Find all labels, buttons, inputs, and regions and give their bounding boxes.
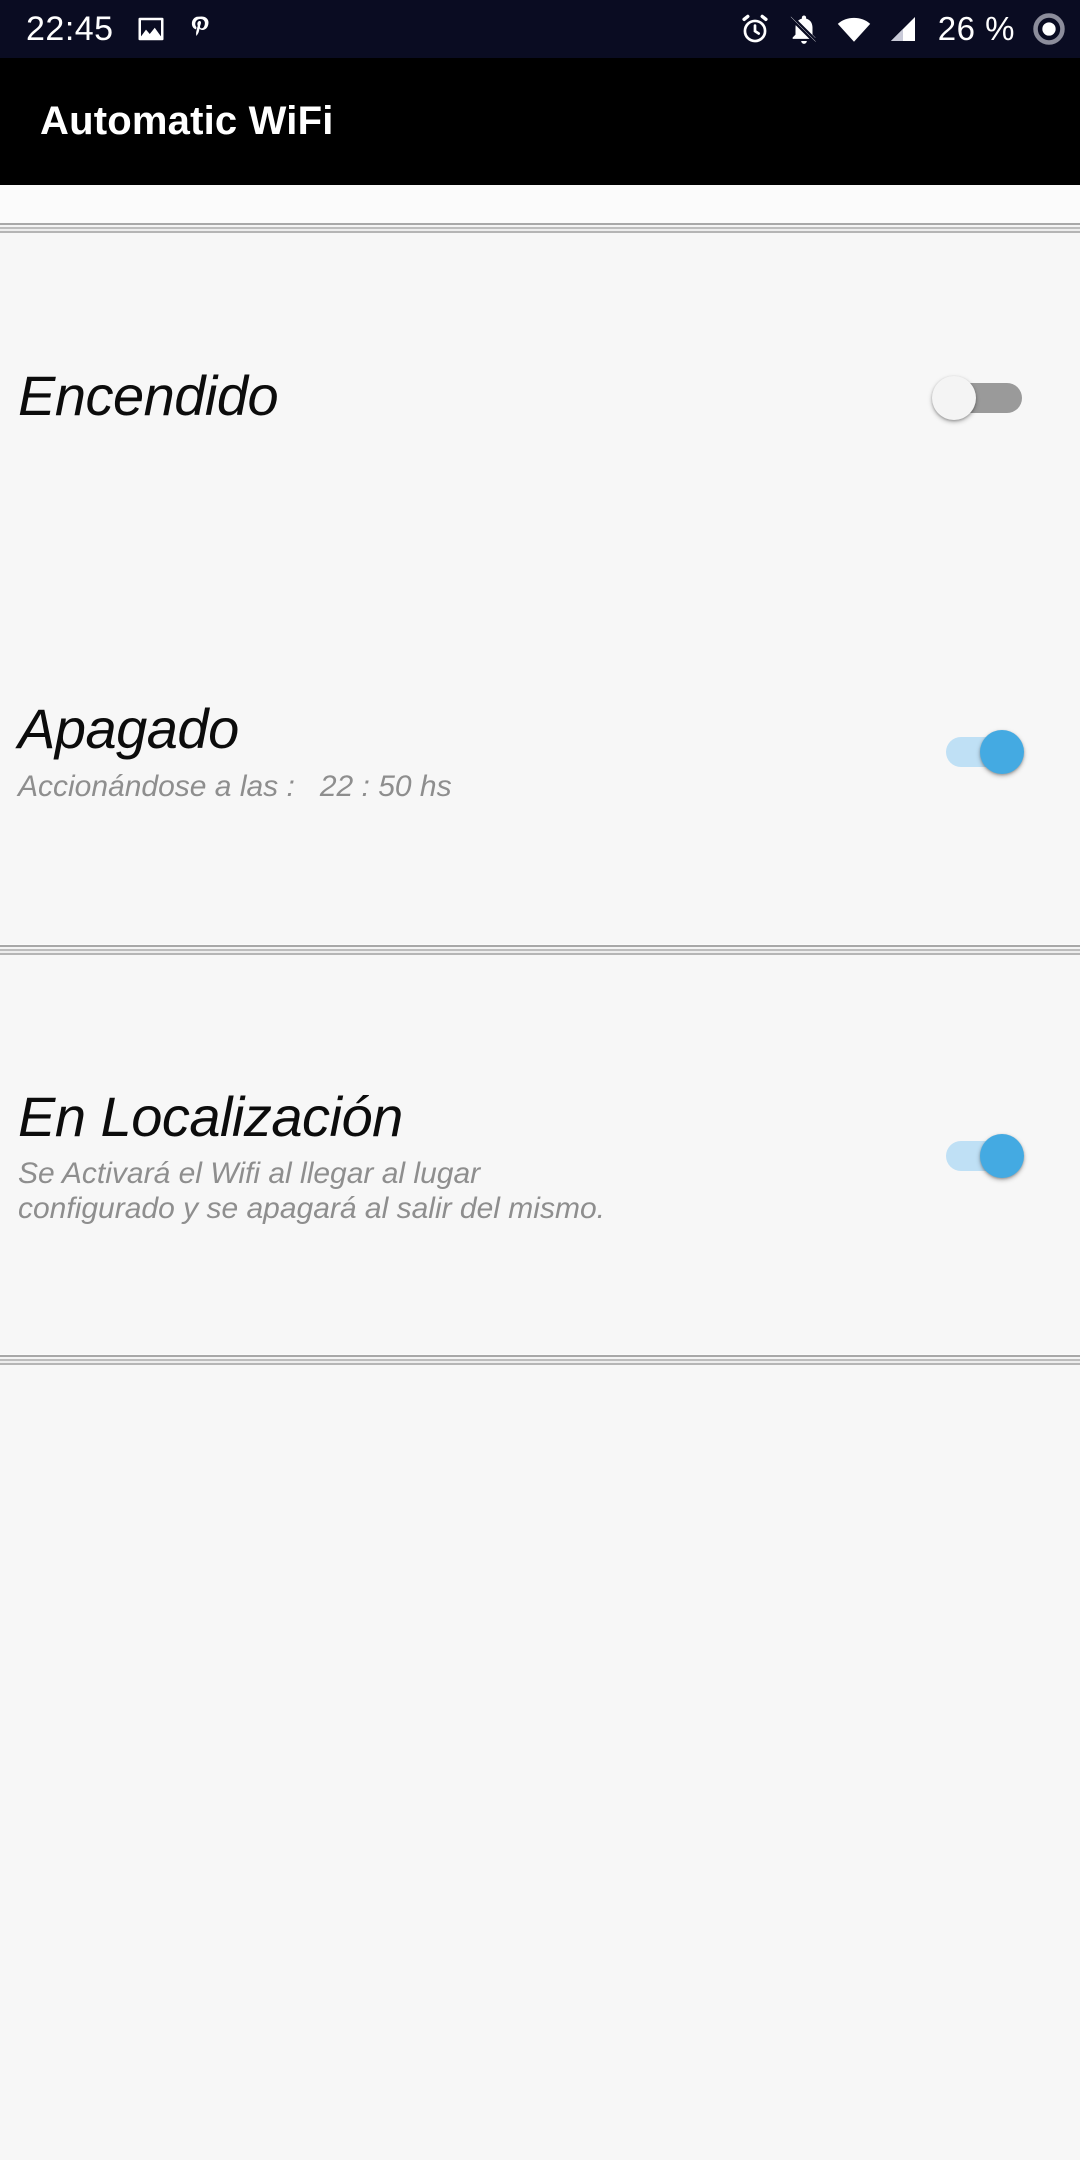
- wifi-icon: [836, 11, 872, 47]
- divider-top: [0, 222, 1080, 236]
- status-bar-system-icons: 26 %: [738, 10, 1066, 48]
- switch-encendido[interactable]: [932, 369, 1036, 427]
- page-title: Automatic WiFi: [40, 99, 334, 143]
- divider-bottom: [0, 1354, 1080, 1368]
- preference-title-encendido: Encendido: [18, 364, 279, 428]
- switch-localizacion[interactable]: [932, 1127, 1036, 1185]
- schedule-section: Encendido Apagado Accionándose a las : 2…: [0, 236, 1080, 944]
- preference-title-localizacion: En Localización: [18, 1084, 403, 1148]
- status-bar-notification-icons: [136, 14, 216, 44]
- preference-summary-apagado: Accionándose a las : 22 : 50 hs: [18, 770, 452, 804]
- battery-percentage-label: 26 %: [937, 10, 1015, 47]
- cell-signal-icon: [887, 13, 919, 45]
- switch-apagado[interactable]: [932, 723, 1036, 781]
- status-bar-clock: 22:45: [26, 10, 114, 48]
- switch-thumb: [932, 375, 976, 420]
- bell-muted-icon: [787, 12, 821, 46]
- photo-icon: [136, 14, 166, 44]
- preference-summary-localizacion: Se Activará el Wifi al llegar al lugar c…: [18, 1157, 605, 1225]
- empty-area: [0, 1368, 1080, 2160]
- alarm-clock-icon: [738, 12, 772, 46]
- preference-row-encendido[interactable]: Encendido: [0, 236, 1080, 559]
- preference-row-localizacion[interactable]: En Localización Se Activará el Wifi al l…: [0, 958, 1080, 1354]
- preference-row-apagado[interactable]: Apagado Accionándose a las : 22 : 50 hs: [0, 559, 1080, 944]
- settings-content: Encendido Apagado Accionándose a las : 2…: [0, 185, 1080, 2160]
- content-top-gap: [0, 185, 1080, 222]
- preference-text-localizacion: En Localización Se Activará el Wifi al l…: [18, 1084, 910, 1227]
- status-bar: 22:45 26 %: [0, 0, 1080, 58]
- preference-title-apagado: Apagado: [18, 697, 239, 761]
- battery-circle-icon: [1032, 12, 1066, 46]
- switch-thumb: [980, 1134, 1024, 1178]
- preference-text-encendido: Encendido: [18, 364, 910, 430]
- app-bar: Automatic WiFi: [0, 58, 1080, 185]
- pinterest-p-icon: [186, 14, 216, 44]
- switch-thumb: [980, 729, 1024, 774]
- divider-middle: [0, 944, 1080, 958]
- location-section: En Localización Se Activará el Wifi al l…: [0, 958, 1080, 1354]
- preference-text-apagado: Apagado Accionándose a las : 22 : 50 hs: [18, 698, 910, 804]
